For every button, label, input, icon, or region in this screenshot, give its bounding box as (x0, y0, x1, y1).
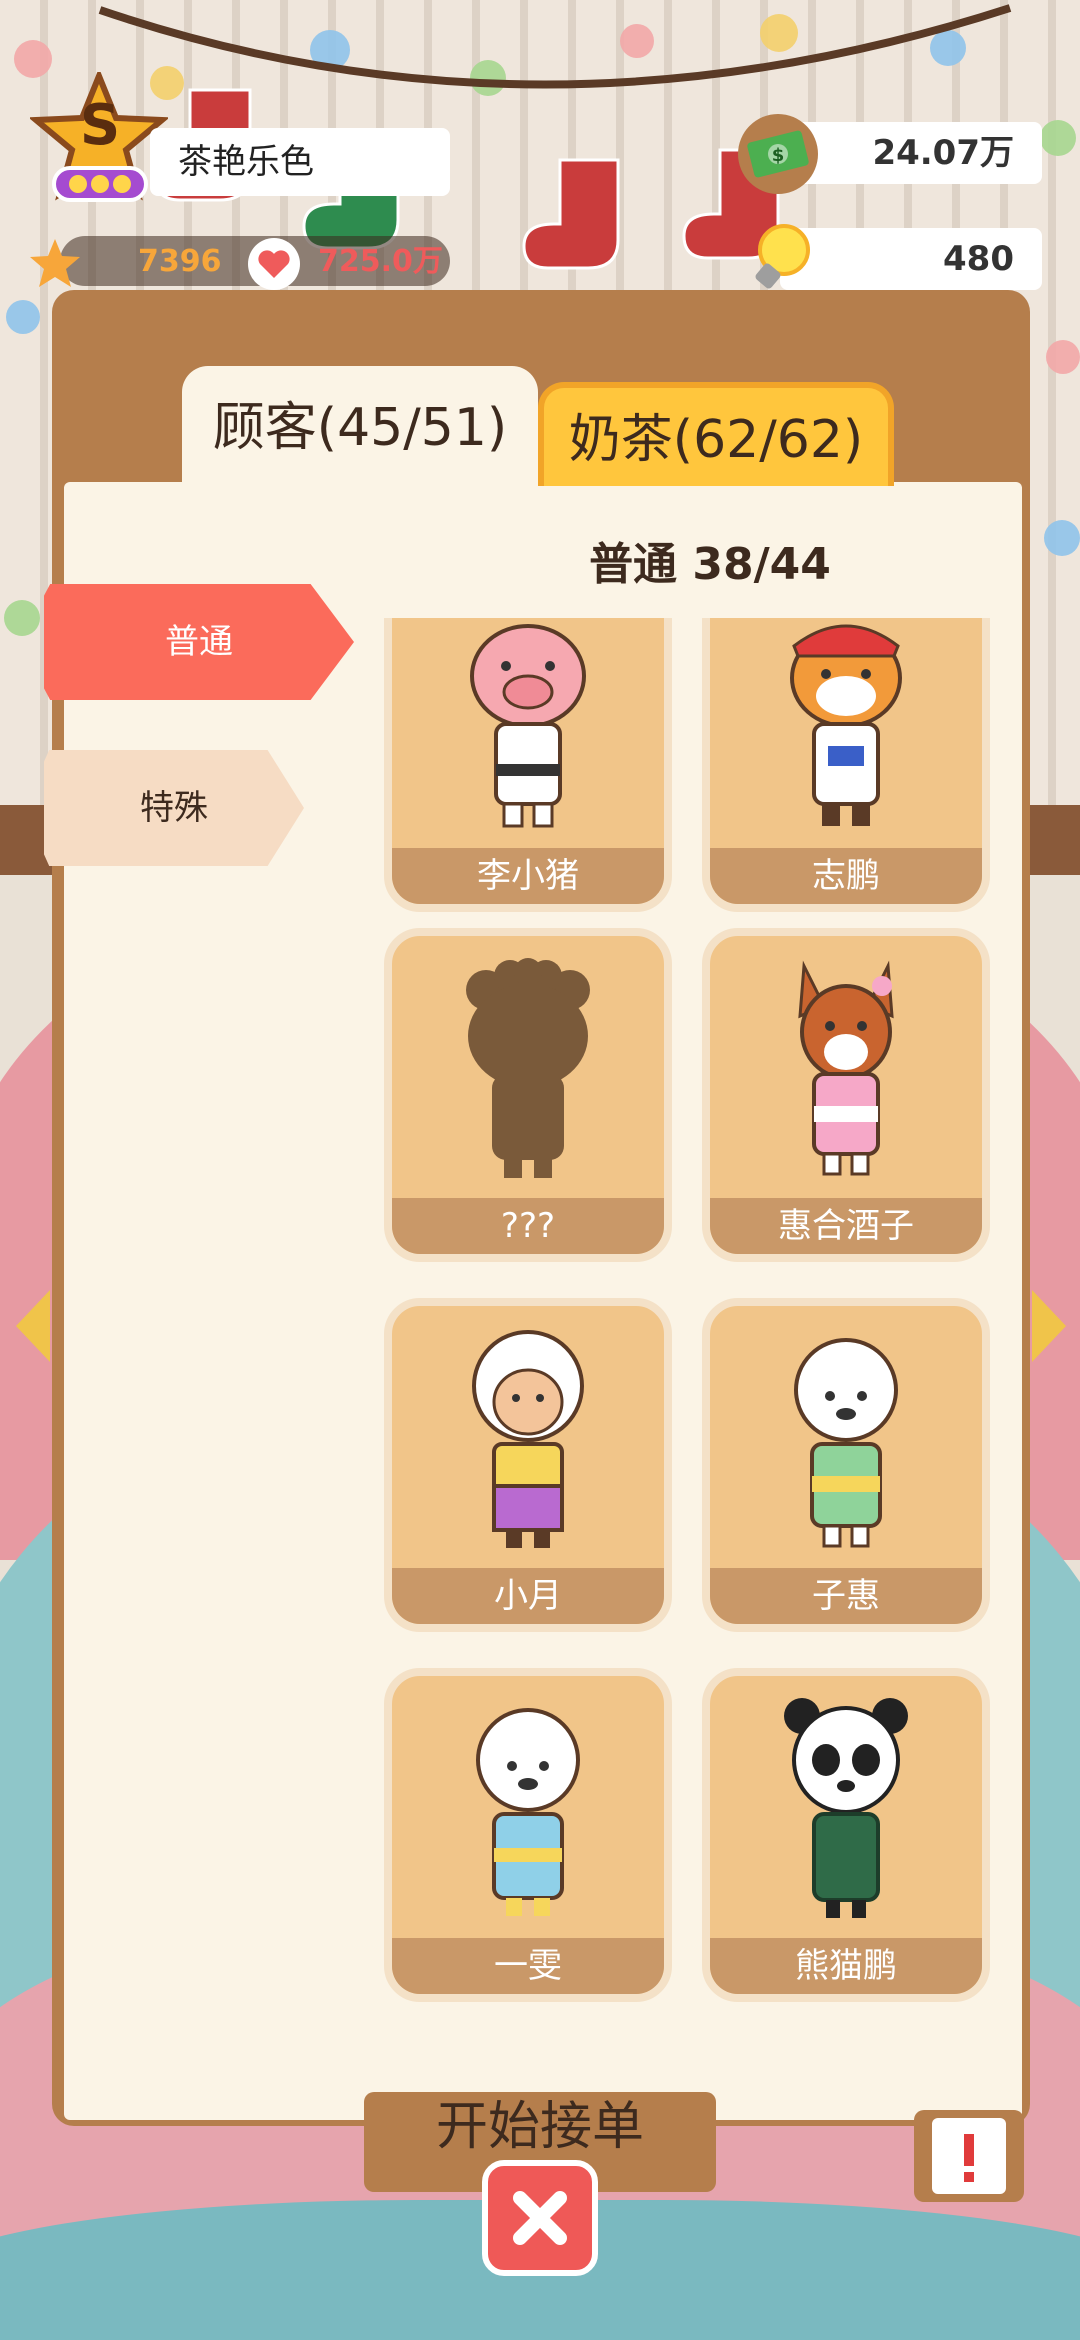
tab-milk-tea[interactable]: 奶茶(62/62) (538, 382, 894, 486)
customer-name: 惠合酒子 (710, 1198, 982, 1254)
customer-name: 子惠 (710, 1568, 982, 1624)
customer-card[interactable]: 熊猫鹏 (702, 1668, 990, 2002)
customer-card[interactable]: ??? (384, 928, 672, 1262)
close-button[interactable] (482, 2160, 598, 2276)
locked-silhouette-icon (466, 958, 590, 1178)
section-title: 普通 38/44 (589, 539, 831, 590)
wallpaper-dot (1044, 520, 1080, 556)
goat-blue-kimono-icon (476, 1708, 580, 1916)
exclamation-note-icon (932, 2118, 1006, 2194)
lightbulb-icon (755, 224, 810, 289)
tiger-racer-icon (790, 624, 902, 826)
wallpaper-dot (1046, 340, 1080, 374)
sheep-purple-kimono-icon (472, 1330, 584, 1548)
task-note-button[interactable] (914, 2110, 1024, 2202)
category-normal-button[interactable]: 普通 (44, 584, 354, 700)
deer-kimono-icon (798, 960, 894, 1176)
customer-card[interactable]: 一雯 (384, 1668, 672, 2002)
star-count: 7396 (138, 244, 222, 279)
popularity-count: 725.0万 (318, 244, 443, 279)
rank-letter: S (79, 93, 121, 158)
cash-icon: $ (738, 114, 818, 194)
customer-card[interactable]: 子惠 (702, 1298, 990, 1632)
category-special-button[interactable]: 特殊 (44, 750, 304, 866)
popularity-icon (248, 238, 300, 290)
star-icon (30, 239, 80, 287)
wallpaper-dot (4, 600, 40, 636)
scene-right-arrow-icon[interactable] (1032, 1290, 1066, 1362)
customer-name: 熊猫鹏 (710, 1938, 982, 1994)
svg-text:$: $ (772, 145, 785, 166)
scene-left-arrow-icon[interactable] (16, 1290, 50, 1362)
alpaca-green-kimono-icon (794, 1338, 898, 1548)
customer-grid[interactable]: 李小猪 志鹏 ??? 惠合酒子 小月 子惠 一雯 熊猫鹏 (380, 618, 1000, 2018)
panda-qipao-icon (784, 1698, 908, 1918)
tab-customers[interactable]: 顾客(45/51) (182, 366, 538, 490)
customer-card[interactable]: 志鹏 (702, 618, 990, 912)
wallpaper-dot (6, 300, 40, 334)
customer-card[interactable]: 惠合酒子 (702, 928, 990, 1262)
customer-name: ??? (392, 1198, 664, 1254)
customer-card[interactable]: 小月 (384, 1298, 672, 1632)
player-name[interactable]: 茶艳乐色 (150, 128, 450, 196)
customer-card[interactable]: 李小猪 (384, 618, 672, 912)
customer-name: 小月 (392, 1568, 664, 1624)
customer-name: 一雯 (392, 1938, 664, 1994)
close-icon (513, 2191, 567, 2245)
customer-name: 李小猪 (392, 848, 664, 904)
pig-judo-icon (470, 624, 586, 828)
customer-name: 志鹏 (710, 848, 982, 904)
